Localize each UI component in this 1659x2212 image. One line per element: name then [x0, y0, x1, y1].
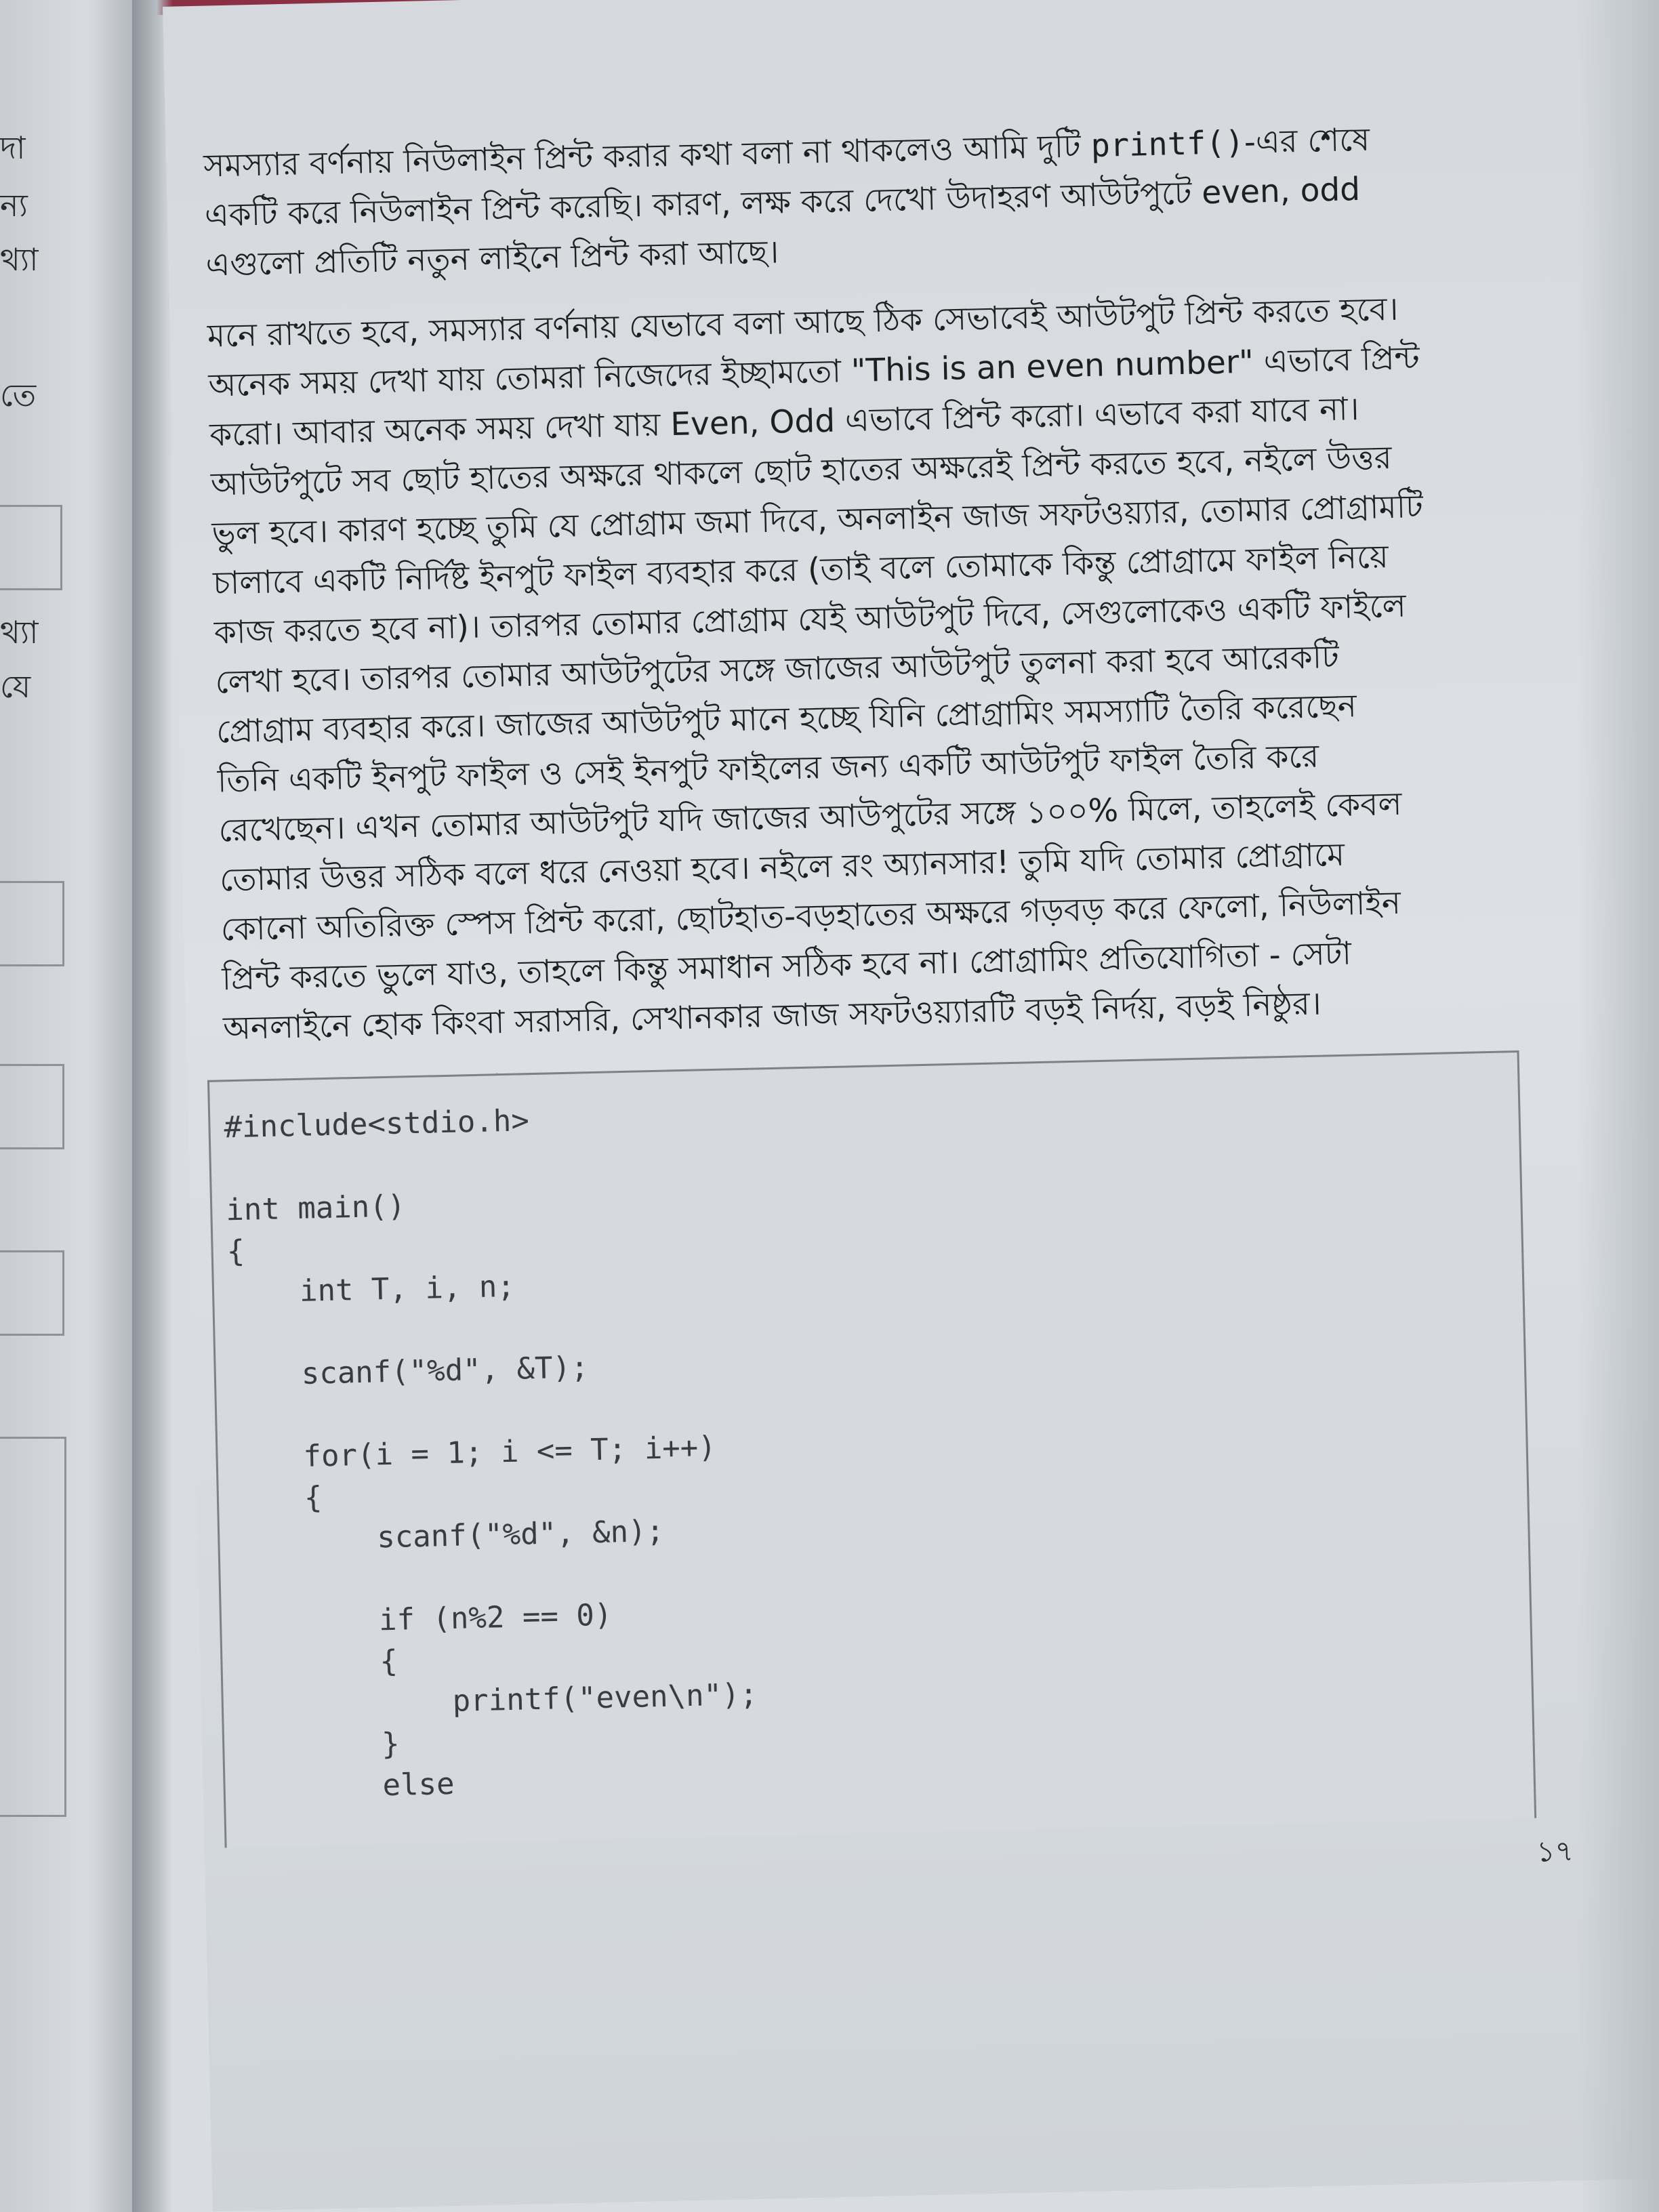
- left-page-fragment: ন্য: [0, 187, 28, 224]
- code-line: scanf("%d", &n);: [232, 1513, 665, 1559]
- code-line: #include<stdio.h>: [223, 1103, 530, 1145]
- text-segment: -এর শেষে: [1244, 121, 1370, 161]
- inline-code: printf(): [1090, 123, 1245, 165]
- code-line: if (n%2 == 0): [234, 1597, 613, 1641]
- code-line: int main(): [225, 1189, 406, 1228]
- left-page-box: [0, 881, 64, 966]
- left-page-fragment: তে: [0, 377, 37, 413]
- code-listing: #include<stdio.h> int main() { int T, i,…: [207, 1050, 1537, 1848]
- code-line: printf("even\n");: [237, 1677, 758, 1724]
- code-line: scanf("%d", &T);: [229, 1350, 590, 1393]
- code-line: {: [235, 1643, 398, 1683]
- page-edge-shadow: [1578, 0, 1659, 2212]
- left-page-fragment: যে: [0, 668, 31, 705]
- left-page-box: [0, 1437, 66, 1817]
- book-page: সমস্যার বর্ণনায় নিউলাইন প্রিন্ট করার কথ…: [163, 0, 1659, 2212]
- paragraph-newline-note: সমস্যার বর্ণনায় নিউলাইন প্রিন্ট করার কথ…: [203, 113, 1446, 289]
- left-page-fragment: থ্যা: [0, 241, 39, 278]
- left-page-fragment: থ্যা: [0, 614, 39, 651]
- page-text: সমস্যার বর্ণনায় নিউলাইন প্রিন্ট করার কথ…: [203, 113, 1466, 1143]
- book-gutter: [132, 0, 173, 2212]
- code-line: for(i = 1; i <= T; i++): [231, 1430, 717, 1476]
- left-page-fragment: দা: [0, 129, 26, 166]
- code-line: }: [237, 1726, 401, 1765]
- left-page-box: [0, 505, 62, 590]
- left-page-box: [0, 1250, 64, 1336]
- paragraph-output-format: মনে রাখতে হবে, সমস্যার বর্ণনায় যেভাবে ব…: [207, 283, 1463, 1053]
- left-page-box: [0, 1064, 64, 1149]
- code-line: {: [232, 1480, 323, 1517]
- code-line: else: [239, 1766, 455, 1807]
- code-line: int T, i, n;: [227, 1269, 516, 1311]
- left-page: দা ন্য থ্যা তে থ্যা যে: [0, 0, 146, 2212]
- code-line: {: [226, 1233, 245, 1269]
- page-number: ১৭: [1536, 1834, 1574, 1868]
